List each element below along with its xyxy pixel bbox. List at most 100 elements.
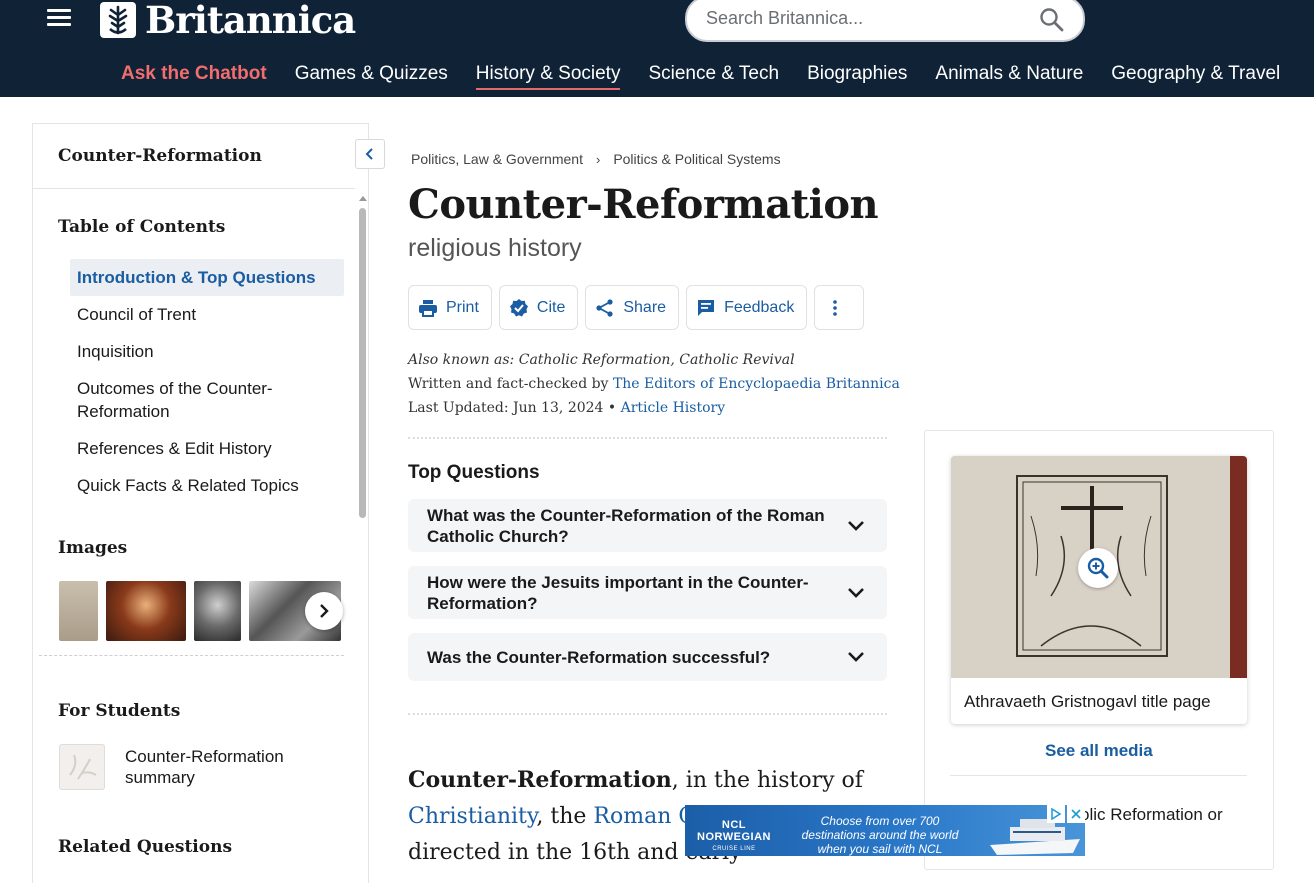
print-button[interactable]: Print — [408, 285, 492, 330]
see-all-media-link[interactable]: See all media — [1045, 741, 1153, 761]
nav-games-quizzes[interactable]: Games & Quizzes — [295, 63, 448, 90]
collapse-sidebar-button[interactable] — [355, 139, 385, 169]
breadcrumb: Politics, Law & Government › Politics & … — [411, 151, 781, 167]
image-thumbnail[interactable] — [59, 581, 98, 641]
chevron-down-icon — [848, 520, 864, 531]
page-title: Counter-Reformation — [408, 181, 879, 228]
verified-badge-icon — [509, 298, 528, 316]
page-subtitle: religious history — [408, 234, 582, 262]
toc-item-quick-facts[interactable]: Quick Facts & Related Topics — [70, 467, 344, 504]
britannica-logo[interactable]: Britannica — [100, 0, 356, 42]
chevron-right-icon: › — [595, 151, 601, 167]
share-label: Share — [623, 298, 667, 316]
christianity-link[interactable]: Christianity — [408, 804, 536, 829]
printer-icon — [419, 299, 437, 317]
share-button[interactable]: Share — [585, 285, 680, 330]
search-box[interactable] — [685, 0, 1085, 42]
chevron-left-icon — [365, 148, 373, 160]
brand-name: Britannica — [145, 0, 356, 42]
image-thumbnail[interactable] — [194, 581, 241, 641]
nav-geography-travel[interactable]: Geography & Travel — [1111, 63, 1280, 90]
lead-text: , in the history of — [671, 768, 863, 793]
table-of-contents: Introduction & Top Questions Council of … — [70, 259, 344, 504]
question-accordion[interactable]: Was the Counter-Reformation successful? — [408, 633, 887, 681]
toc-item-introduction[interactable]: Introduction & Top Questions — [70, 259, 344, 296]
zoom-in-icon — [1087, 557, 1109, 579]
last-updated-line: Last Updated: Jun 13, 2024 • Article His… — [408, 400, 725, 416]
cite-button[interactable]: Cite — [498, 285, 579, 330]
share-icon — [596, 298, 613, 317]
toc-item-council-of-trent[interactable]: Council of Trent — [70, 296, 344, 333]
search-icon[interactable] — [1039, 7, 1065, 33]
question-accordion[interactable]: What was the Counter-Reformation of the … — [408, 499, 887, 552]
ad-brand-sub: CRUISE LINE — [712, 846, 756, 852]
sidebar-dotted-divider — [39, 655, 344, 656]
top-header: Britannica Ask the Chatbot Games & Quizz… — [0, 0, 1314, 97]
breadcrumb-political-systems[interactable]: Politics & Political Systems — [613, 151, 780, 167]
related-questions-heading: Related Questions — [58, 837, 233, 857]
question-text: What was the Counter-Reformation of the … — [427, 505, 825, 546]
images-heading: Images — [58, 538, 128, 558]
hamburger-menu-icon[interactable] — [47, 9, 73, 31]
scrollbar-thumb[interactable] — [359, 208, 366, 518]
student-summary-link[interactable]: Counter-Reformation summary — [59, 744, 305, 790]
zoom-button[interactable] — [1078, 548, 1118, 588]
panel-divider — [950, 775, 1247, 776]
question-text: How were the Jesuits important in the Co… — [427, 572, 809, 613]
nav-science-tech[interactable]: Science & Tech — [648, 63, 779, 90]
media-caption: Athravaeth Gristnogavl title page — [964, 692, 1211, 711]
feedback-label: Feedback — [724, 298, 795, 316]
also-known-as: Also known as: Catholic Reformation, Cat… — [408, 352, 795, 368]
lead-term: Counter-Reformation — [408, 767, 672, 793]
article-actions: Print Cite Share Feedback — [408, 285, 871, 330]
image-thumbnail[interactable] — [106, 581, 186, 641]
question-text: Was the Counter-Reformation successful? — [427, 647, 771, 667]
nav-animals-nature[interactable]: Animals & Nature — [935, 63, 1083, 90]
for-students-heading: For Students — [58, 701, 181, 721]
chevron-down-icon — [848, 587, 864, 598]
toc-heading: Table of Contents — [58, 217, 226, 237]
sidebar-title: Counter-Reformation — [58, 146, 262, 166]
chevron-down-icon — [848, 652, 864, 662]
print-label: Print — [446, 298, 479, 316]
more-options-button[interactable] — [814, 285, 865, 330]
nav-history-society[interactable]: History & Society — [475, 63, 621, 90]
main-nav: Ask the Chatbot Games & Quizzes History … — [121, 63, 1308, 90]
article-history-link[interactable]: Article History — [621, 400, 726, 416]
feedback-button[interactable]: Feedback — [686, 285, 808, 330]
ad-brand-name: NORWEGIAN — [697, 831, 771, 843]
featured-media-card[interactable]: Athravaeth Gristnogavl title page — [951, 456, 1247, 724]
ad-close-icon[interactable] — [1067, 805, 1085, 823]
bullet-separator: • — [607, 400, 617, 416]
thistle-icon — [100, 2, 136, 38]
more-vertical-icon — [833, 299, 838, 316]
section-divider — [408, 437, 887, 439]
search-input[interactable] — [706, 8, 1026, 29]
ncl-logo: NCL NORWEGIAN CRUISE LINE — [697, 819, 771, 855]
ad-copy: Choose from over 700 destinations around… — [801, 814, 959, 856]
toc-item-inquisition[interactable]: Inquisition — [70, 333, 344, 370]
top-questions-heading: Top Questions — [408, 462, 540, 483]
nav-biographies[interactable]: Biographies — [807, 63, 907, 90]
article-sidebar: Counter-Reformation Table of Contents In… — [32, 123, 385, 884]
scroll-up-arrow[interactable] — [359, 196, 367, 201]
breadcrumb-politics-law[interactable]: Politics, Law & Government — [411, 151, 583, 167]
lead-text: , the — [536, 804, 587, 829]
editors-link[interactable]: The Editors of Encyclopaedia Britannica — [613, 376, 900, 392]
ad-info-icon[interactable] — [1047, 805, 1065, 823]
nav-ask-chatbot[interactable]: Ask the Chatbot — [121, 63, 267, 90]
toc-item-outcomes[interactable]: Outcomes of the Counter-Reformation — [70, 370, 344, 430]
sidebar-scrollbar[interactable] — [355, 194, 369, 884]
chevron-right-icon — [320, 604, 329, 618]
summary-thumbnail — [59, 744, 105, 790]
advertisement-banner[interactable]: NCL NORWEGIAN CRUISE LINE Choose from ov… — [685, 805, 1085, 856]
featured-image — [951, 456, 1247, 678]
cite-label: Cite — [536, 298, 566, 316]
last-updated-text: Last Updated: Jun 13, 2024 — [408, 400, 604, 416]
thumbnails-next-button[interactable] — [305, 592, 343, 630]
question-accordion[interactable]: How were the Jesuits important in the Co… — [408, 566, 887, 619]
section-divider — [408, 713, 887, 715]
feedback-icon — [698, 299, 715, 316]
toc-item-references[interactable]: References & Edit History — [70, 430, 344, 467]
student-summary-label: Counter-Reformation summary — [125, 747, 284, 787]
